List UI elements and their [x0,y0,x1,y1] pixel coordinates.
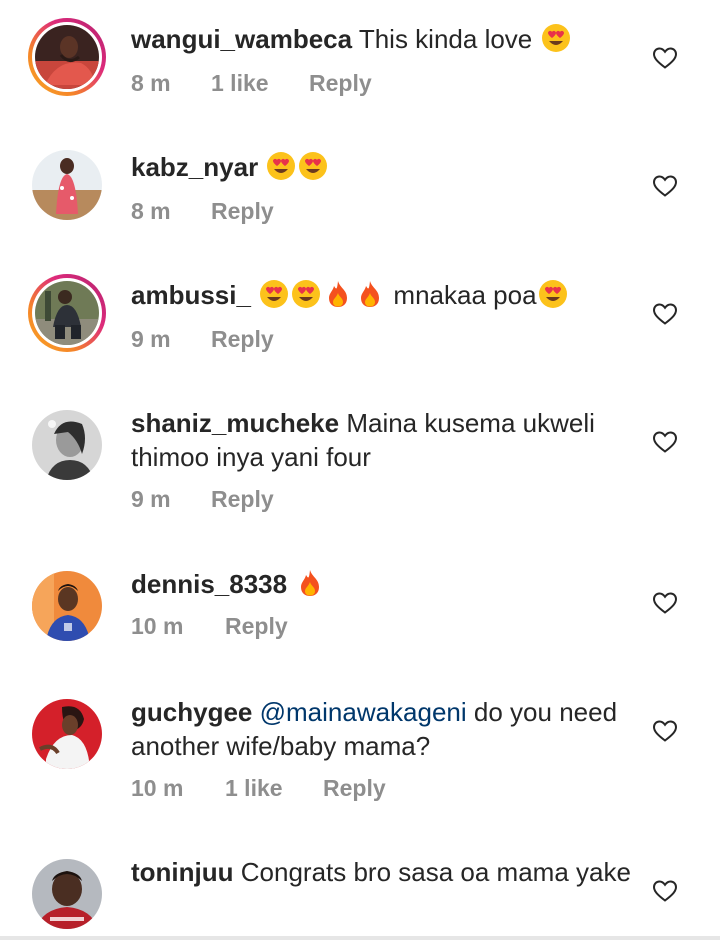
like-heart-icon[interactable] [652,174,678,198]
comment-username[interactable]: ambussi_ [131,280,251,310]
avatar[interactable] [35,25,99,89]
heart-eyes-icon [266,151,296,181]
like-heart-icon[interactable] [652,430,678,454]
comment-username[interactable]: guchygee [131,697,252,727]
like-heart-icon[interactable] [652,719,678,743]
heart-eyes-icon [291,279,321,309]
fire-icon [323,279,353,309]
heart-eyes-icon [538,279,568,309]
reply-button[interactable]: Reply [309,68,372,98]
comment-username[interactable]: kabz_nyar [131,152,258,182]
comment-username[interactable]: shaniz_mucheke [131,408,339,438]
fire-icon [295,568,325,598]
avatar[interactable] [32,859,102,929]
avatar-story-ring[interactable] [28,18,106,96]
fire-icon [355,279,385,309]
avatar-wrapper[interactable] [28,406,106,484]
heart-eyes-icon [298,151,328,181]
reply-button[interactable]: Reply [225,611,288,641]
avatar-wrapper[interactable] [28,567,106,645]
avatar-image [32,410,102,480]
avatar-story-ring[interactable] [28,274,106,352]
like-heart-icon[interactable] [652,46,678,70]
like-heart-icon[interactable] [652,591,678,615]
comment-body: ambussi_ mnakaa poa [131,278,631,312]
like-heart-icon[interactable] [652,879,678,903]
comment-likes[interactable]: 1 like [225,773,323,803]
comment-body: kabz_nyar [131,150,631,184]
comment-body: toninjuu Congrats bro sasa oa mama yake [131,855,631,889]
comment-time: 8 m [131,70,171,96]
bottom-divider [0,936,720,940]
comment-body: guchygee @mainawakageni do you need anot… [131,695,631,763]
reply-button[interactable]: Reply [211,484,274,514]
avatar-image [35,281,99,345]
comment-text: This kinda love [358,24,533,54]
comment-text: Congrats bro sasa oa mama yake [240,857,631,887]
comment-time: 8 m [131,198,171,224]
comment-meta: 10 m 1 like Reply [131,773,386,803]
reply-button[interactable]: Reply [211,324,274,354]
comment-username[interactable]: toninjuu [131,857,234,887]
heart-eyes-icon [259,279,289,309]
comment-meta: 9 m Reply [131,324,274,354]
mention-link[interactable]: @mainawakageni [260,697,467,727]
comment-text: mnakaa poa [393,280,537,310]
like-heart-icon[interactable] [652,302,678,326]
comment-body: shaniz_mucheke Maina kusema ukweli thimo… [131,406,631,474]
avatar[interactable] [32,571,102,641]
avatar-image [32,571,102,641]
comment-meta: 10 m Reply [131,611,288,641]
comment-meta: 8 m 1 like Reply [131,68,372,98]
comment-likes[interactable]: 1 like [211,68,309,98]
reply-button[interactable]: Reply [323,773,386,803]
avatar-wrapper[interactable] [28,855,106,933]
comment-time: 9 m [131,486,171,512]
avatar-image [35,25,99,89]
avatar[interactable] [32,150,102,220]
comment-time: 9 m [131,326,171,352]
comment-username[interactable]: dennis_8338 [131,569,287,599]
heart-eyes-icon [541,23,571,53]
comment-time: 10 m [131,775,184,801]
avatar-image [32,150,102,220]
avatar-image [32,859,102,929]
comments-list: wangui_wambeca This kinda love 8 m 1 lik… [0,0,720,940]
comment-meta: 9 m Reply [131,484,274,514]
avatar[interactable] [35,281,99,345]
avatar[interactable] [32,699,102,769]
avatar-wrapper[interactable] [28,146,106,224]
avatar[interactable] [32,410,102,480]
avatar-image [32,699,102,769]
avatar-wrapper[interactable] [28,695,106,773]
comment-meta: 8 m Reply [131,196,274,226]
comment-username[interactable]: wangui_wambeca [131,24,352,54]
reply-button[interactable]: Reply [211,196,274,226]
comment-body: dennis_8338 [131,567,631,601]
comment-body: wangui_wambeca This kinda love [131,22,631,56]
comment-time: 10 m [131,613,184,639]
